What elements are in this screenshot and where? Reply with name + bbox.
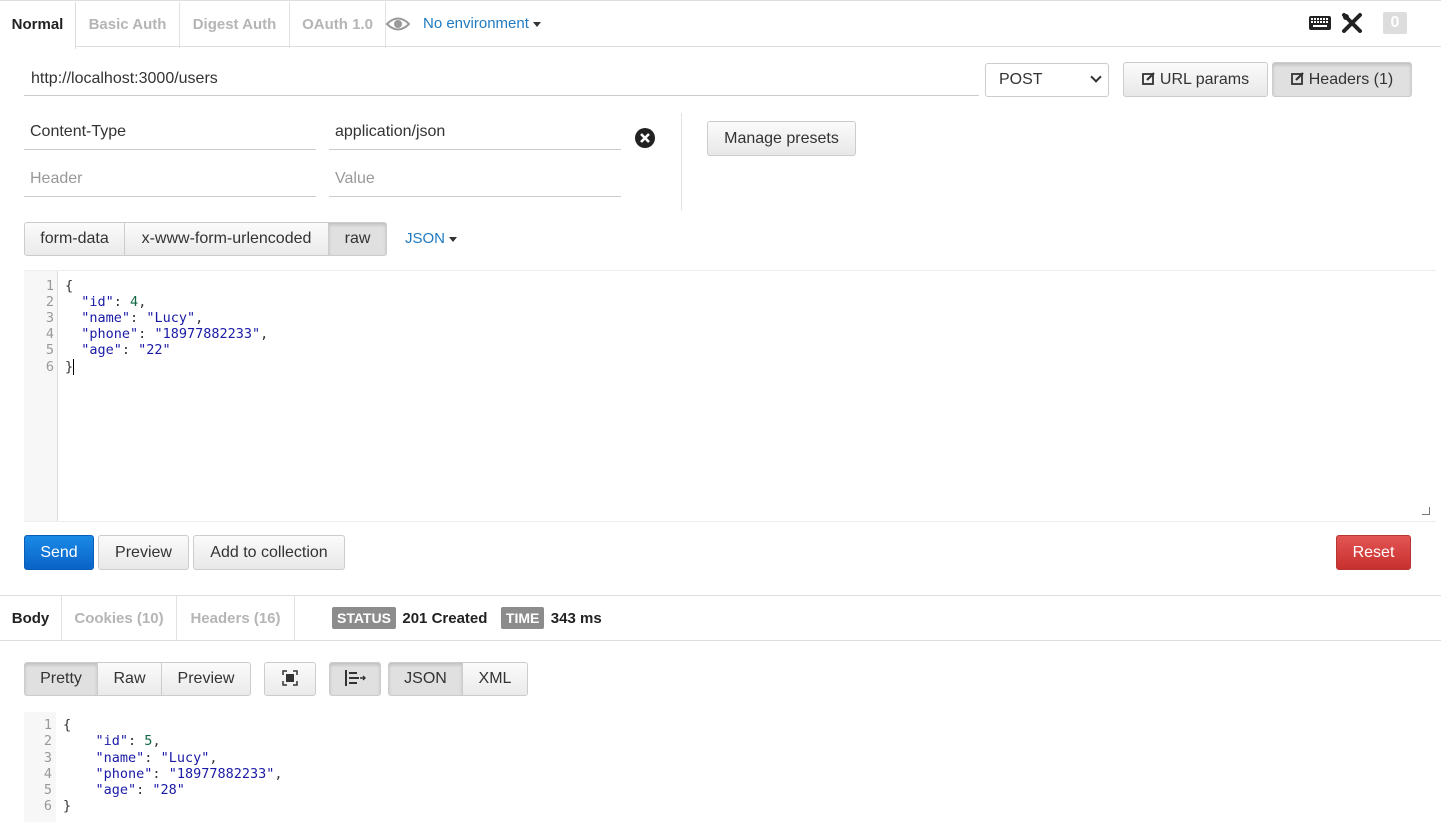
line-number: 1: [43, 717, 52, 733]
code-line: "name": "Lucy",: [81, 310, 204, 326]
tab-body[interactable]: Body: [0, 596, 62, 641]
code-line: }: [65, 359, 75, 375]
header-value-field[interactable]: application/json: [329, 114, 621, 150]
fullscreen-icon: [282, 670, 298, 686]
history-count-badge[interactable]: 0: [1383, 12, 1407, 34]
eye-icon[interactable]: [385, 15, 411, 38]
wrap-lines-button[interactable]: [329, 662, 381, 696]
time-value: 343 ms: [550, 610, 602, 627]
code-line: "age": "28": [95, 782, 185, 798]
tab-headers[interactable]: Headers (16): [177, 596, 295, 641]
preview-button[interactable]: Preview: [98, 535, 189, 570]
manage-presets-button[interactable]: Manage presets: [707, 121, 856, 156]
chevron-down-icon: [532, 21, 541, 27]
response-body-viewer: 1 2 3 4 5 6 { "id": 5, "name": "Lucy", "…: [24, 712, 1436, 822]
tab-digest-auth[interactable]: Digest Auth: [180, 2, 290, 48]
keyboard-icon[interactable]: [1308, 14, 1332, 37]
line-number: 3: [45, 310, 54, 326]
headers-button[interactable]: Headers (1): [1272, 62, 1412, 97]
chevron-down-icon: [1090, 71, 1102, 83]
code-line: "id": 5,: [95, 733, 161, 749]
auth-tab-strip: Normal Basic Auth Digest Auth OAuth 1.0 …: [0, 0, 1441, 49]
divider: [681, 113, 682, 210]
format-xml[interactable]: XML: [462, 662, 528, 696]
resize-handle[interactable]: [1422, 507, 1430, 515]
edit-icon: [1141, 72, 1155, 85]
remove-header-icon[interactable]: [634, 127, 656, 154]
environment-label: No environment: [423, 15, 529, 32]
send-button[interactable]: Send: [24, 535, 94, 570]
add-to-collection-button[interactable]: Add to collection: [193, 535, 345, 570]
header-key-field[interactable]: Content-Type: [24, 114, 316, 150]
reset-button[interactable]: Reset: [1336, 535, 1411, 570]
code-line: "name": "Lucy",: [95, 750, 218, 766]
line-number: 5: [43, 782, 52, 798]
format-json[interactable]: JSON: [388, 662, 463, 696]
line-number: 4: [43, 766, 52, 782]
tab-cookies[interactable]: Cookies (10): [62, 596, 177, 641]
wrench-icon[interactable]: [1341, 12, 1363, 39]
wrap-lines-icon: [345, 670, 366, 686]
code-line: {: [65, 278, 74, 294]
line-number: 6: [45, 359, 54, 375]
chevron-down-icon: [449, 236, 458, 242]
tab-normal[interactable]: Normal: [0, 2, 76, 49]
body-mode-form-data[interactable]: form-data: [24, 222, 125, 256]
view-raw[interactable]: Raw: [97, 662, 162, 696]
line-number: 2: [43, 733, 52, 749]
raw-format-label: JSON: [405, 230, 446, 247]
environment-dropdown[interactable]: No environment: [423, 15, 541, 32]
edit-icon: [1290, 72, 1304, 85]
method-value: POST: [999, 71, 1043, 88]
line-number: 2: [45, 294, 54, 310]
code-line: "phone": "18977882233",: [95, 766, 283, 782]
code-line: "age": "22": [81, 342, 171, 358]
response-tab-strip: Body Cookies (10) Headers (16) STATUS 20…: [0, 595, 1441, 641]
line-number: 4: [45, 326, 54, 342]
code-line: "id": 4,: [81, 294, 147, 310]
line-number: 6: [43, 798, 52, 814]
method-select[interactable]: POST: [985, 63, 1109, 97]
view-preview[interactable]: Preview: [161, 662, 251, 696]
raw-format-dropdown[interactable]: JSON: [405, 230, 458, 247]
url-input[interactable]: http://localhost:3000/users: [24, 62, 979, 96]
fullscreen-button[interactable]: [264, 662, 316, 696]
tab-basic-auth[interactable]: Basic Auth: [76, 2, 180, 48]
line-number: 1: [45, 278, 54, 294]
code-line: "phone": "18977882233",: [81, 326, 269, 342]
header-value-placeholder[interactable]: Value: [329, 161, 621, 197]
view-pretty[interactable]: Pretty: [24, 662, 98, 696]
url-params-button[interactable]: URL params: [1123, 62, 1268, 97]
body-mode-raw[interactable]: raw: [328, 222, 387, 256]
time-label: TIME: [500, 607, 545, 629]
request-body-editor[interactable]: 1 2 3 4 5 6 { "id": 4, "name": "Lucy", "…: [24, 270, 1436, 522]
line-number: 5: [45, 342, 54, 358]
line-number: 3: [43, 750, 52, 766]
status-value: 201 Created: [402, 610, 488, 627]
header-key-placeholder[interactable]: Header: [24, 161, 316, 197]
body-mode-urlencoded[interactable]: x-www-form-urlencoded: [124, 222, 329, 256]
tab-oauth[interactable]: OAuth 1.0: [290, 2, 386, 48]
url-params-label: URL params: [1159, 71, 1250, 88]
code-line: }: [63, 798, 72, 814]
headers-label: Headers (1): [1308, 71, 1394, 88]
code-line: {: [63, 717, 72, 733]
status-label: STATUS: [332, 607, 396, 629]
status-info: STATUS 201 Created TIME 343 ms: [332, 607, 602, 629]
